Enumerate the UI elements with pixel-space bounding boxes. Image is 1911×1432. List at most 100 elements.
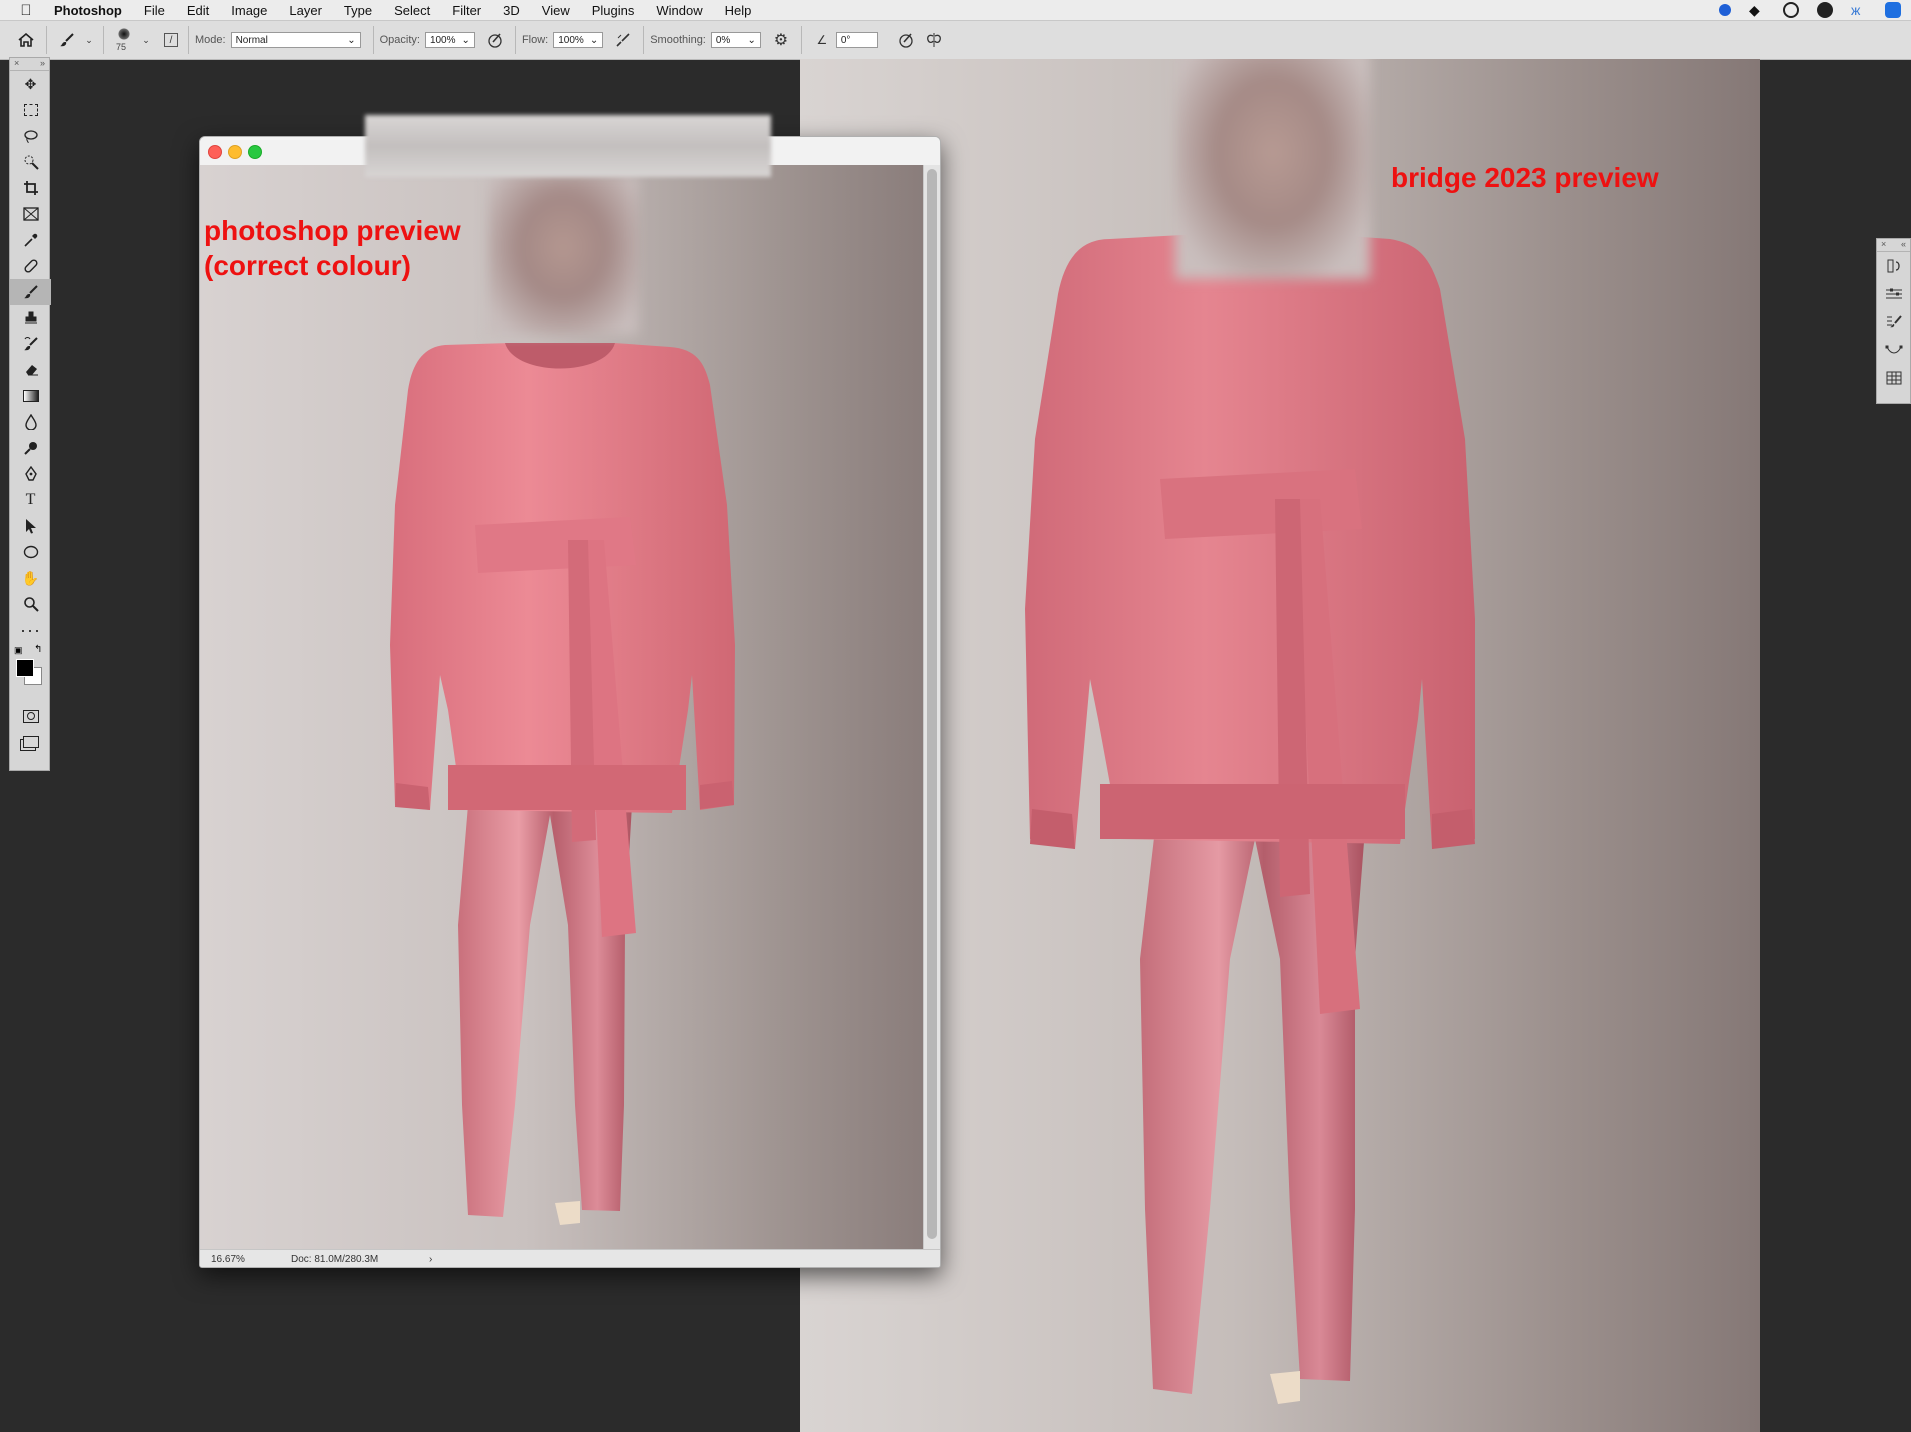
airbrush-icon[interactable] — [613, 30, 633, 50]
face-blur-overlay — [488, 175, 638, 335]
menu-bar:  Photoshop File Edit Image Layer Type S… — [0, 0, 1911, 21]
menu-view[interactable]: View — [542, 3, 570, 18]
menu-plugins[interactable]: Plugins — [592, 3, 635, 18]
panels-header: × « — [1877, 239, 1910, 252]
status-blue-icon[interactable] — [1719, 4, 1731, 16]
path-selection-tool-icon[interactable] — [10, 513, 51, 539]
eraser-tool-icon[interactable] — [10, 357, 51, 383]
crop-tool-icon[interactable] — [10, 175, 51, 201]
marquee-tool-icon[interactable] — [10, 97, 51, 123]
brush-settings-icon[interactable]: / — [164, 33, 178, 47]
gear-icon[interactable]: ⚙ — [771, 30, 791, 50]
expand-icon[interactable]: « — [1901, 239, 1906, 251]
menu-help[interactable]: Help — [725, 3, 752, 18]
menu-image[interactable]: Image — [231, 3, 267, 18]
butterfly-icon[interactable]: ж — [1851, 2, 1867, 18]
annotation-photoshop-line2: (correct colour) — [204, 250, 411, 281]
ellipse-tool-icon[interactable] — [10, 539, 51, 565]
status-menu-arrow[interactable]: › — [429, 1254, 432, 1265]
vertical-scrollbar[interactable] — [923, 165, 940, 1249]
default-colors-icon[interactable]: ▣ — [14, 645, 23, 656]
symmetry-icon[interactable] — [924, 30, 944, 50]
gradient-tool-icon[interactable] — [10, 383, 51, 409]
chevron-down-icon[interactable]: ⌄ — [85, 30, 93, 50]
eyedropper-tool-icon[interactable] — [10, 227, 51, 253]
quick-select-tool-icon[interactable] — [10, 149, 51, 175]
pen-tool-icon[interactable] — [10, 461, 51, 487]
mode-select[interactable]: Normal ⌄ — [230, 32, 361, 48]
paths-panel-icon[interactable] — [1877, 336, 1910, 364]
options-bar: ⌄ 75 ⌄ / Mode: Normal ⌄ Opacity: 100% ⌄ … — [0, 21, 1911, 60]
grammarly-icon[interactable] — [1817, 2, 1833, 18]
creative-cloud-icon[interactable] — [1783, 2, 1799, 18]
clone-stamp-tool-icon[interactable] — [10, 305, 51, 331]
options-separator — [103, 26, 104, 54]
blur-tool-icon[interactable] — [10, 409, 51, 435]
window-zoom-button[interactable] — [248, 145, 262, 159]
brush-tool-icon[interactable] — [57, 30, 77, 50]
teamviewer-icon[interactable] — [1885, 2, 1901, 18]
adjustments-panel-icon[interactable] — [1877, 280, 1910, 308]
flow-value: 100% — [558, 34, 584, 46]
menu-file[interactable]: File — [144, 3, 165, 18]
menu-3d[interactable]: 3D — [503, 3, 520, 18]
close-icon[interactable]: × — [14, 58, 19, 70]
frame-tool-icon[interactable] — [10, 201, 51, 227]
scrollbar-thumb[interactable] — [927, 169, 937, 1239]
mode-label: Mode: — [195, 34, 226, 46]
more-tools-icon[interactable]: ··· — [10, 617, 51, 643]
brush-settings-panel-icon[interactable] — [1877, 308, 1910, 336]
menu-status-icons: ◆ ж — [1719, 2, 1901, 18]
zoom-level[interactable]: 16.67% — [211, 1254, 291, 1265]
swap-colors-icon[interactable]: ↰ — [34, 644, 42, 655]
options-separator — [800, 26, 802, 54]
history-panel-icon[interactable] — [1877, 252, 1910, 280]
collapse-icon[interactable]: » — [40, 58, 45, 70]
angle-icon: ∠ — [816, 33, 828, 47]
menu-type[interactable]: Type — [344, 3, 372, 18]
brush-tip-icon — [118, 28, 130, 40]
menu-filter[interactable]: Filter — [452, 3, 481, 18]
healing-brush-tool-icon[interactable] — [10, 253, 51, 279]
lasso-tool-icon[interactable] — [10, 123, 51, 149]
menu-edit[interactable]: Edit — [187, 3, 209, 18]
channels-panel-icon[interactable] — [1877, 364, 1910, 392]
options-separator — [643, 26, 645, 54]
history-brush-tool-icon[interactable] — [10, 331, 51, 357]
dropbox-icon[interactable]: ◆ — [1749, 2, 1765, 18]
flow-field[interactable]: 100% ⌄ — [553, 32, 604, 48]
quick-mask-icon[interactable] — [10, 703, 51, 729]
hand-tool-icon[interactable]: ✋ — [10, 565, 51, 591]
foreground-color-swatch[interactable] — [16, 659, 34, 677]
menu-app[interactable]: Photoshop — [54, 3, 122, 18]
pressure-opacity-icon[interactable] — [485, 30, 505, 50]
pressure-size-icon[interactable] — [896, 30, 916, 50]
menu-layer[interactable]: Layer — [289, 3, 322, 18]
document-canvas[interactable] — [200, 165, 923, 1249]
chevron-down-icon: ⌄ — [747, 34, 756, 46]
smoothing-field[interactable]: 0% ⌄ — [710, 32, 761, 48]
home-icon[interactable] — [16, 30, 36, 50]
screen-mode-icon[interactable] — [10, 729, 51, 755]
close-icon[interactable]: × — [1881, 239, 1886, 251]
window-close-button[interactable] — [208, 145, 222, 159]
window-title-blur — [365, 115, 771, 177]
annotation-photoshop-line1: photoshop preview — [204, 215, 461, 246]
brush-tool-icon[interactable] — [10, 279, 51, 305]
move-tool-icon[interactable]: ✥ — [10, 71, 51, 97]
type-tool-icon[interactable]: T — [10, 487, 51, 513]
dodge-tool-icon[interactable] — [10, 435, 51, 461]
quick-mask-shape — [22, 709, 39, 723]
opacity-field[interactable]: 100% ⌄ — [424, 32, 475, 48]
zoom-tool-icon[interactable] — [10, 591, 51, 617]
brush-size-value: 75 — [116, 42, 127, 52]
angle-field[interactable]: 0° — [835, 32, 878, 48]
brush-preset-picker[interactable]: 75 — [110, 25, 138, 55]
apple-icon[interactable]:  — [18, 2, 34, 19]
tools-panel-header: × » — [10, 58, 49, 71]
chevron-down-icon[interactable]: ⌄ — [142, 30, 150, 50]
menu-select[interactable]: Select — [394, 3, 430, 18]
window-minimize-button[interactable] — [228, 145, 242, 159]
menu-window[interactable]: Window — [656, 3, 702, 18]
color-swatches[interactable]: ▣ ↰ — [10, 643, 49, 703]
